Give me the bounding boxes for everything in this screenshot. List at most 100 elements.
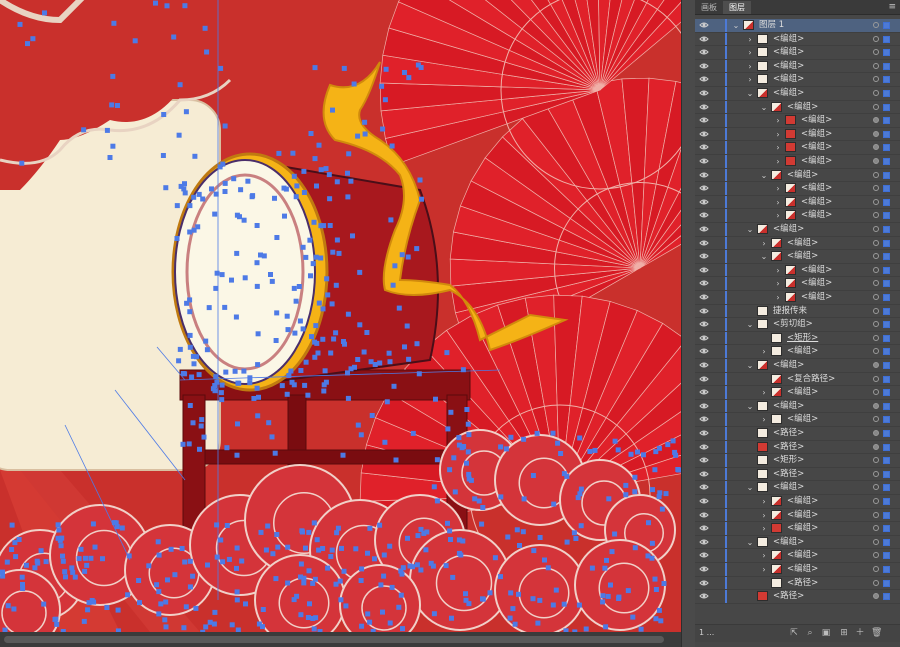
target-icon[interactable] [873,35,879,42]
anchor-point[interactable] [206,305,212,311]
anchor-point[interactable] [245,178,251,184]
layer-name[interactable]: <剪切组> [773,318,813,331]
selection-indicator[interactable] [883,49,890,57]
anchor-point[interactable] [19,574,25,580]
selection-indicator[interactable] [883,457,890,465]
anchor-point[interactable] [657,490,663,496]
anchor-point[interactable] [260,607,266,612]
anchor-point[interactable] [433,396,438,402]
anchor-point[interactable] [200,196,206,202]
anchor-point[interactable] [70,569,76,575]
layer-name[interactable]: <编组> [801,141,832,154]
visibility-eye-icon[interactable] [699,469,709,479]
anchor-point[interactable] [311,626,317,632]
anchor-point[interactable] [464,407,470,412]
anchor-point[interactable] [576,602,582,608]
anchor-point[interactable] [333,330,339,336]
anchor-point[interactable] [255,331,261,337]
trash-icon[interactable]: 🗑 [871,628,882,638]
anchor-point[interactable] [168,546,174,552]
anchor-point[interactable] [306,568,312,574]
layer-row[interactable]: ⌄ <编组> [695,100,900,115]
anchor-point[interactable] [219,397,225,403]
anchor-point[interactable] [256,621,262,627]
anchor-point[interactable] [189,374,195,380]
layer-name[interactable]: <编组> [773,359,804,372]
anchor-point[interactable] [199,417,205,423]
anchor-point[interactable] [279,383,285,389]
visibility-eye-icon[interactable] [699,306,709,316]
visibility-eye-icon[interactable] [699,88,709,98]
anchor-point[interactable] [11,606,17,612]
anchor-point[interactable] [388,217,394,223]
selection-indicator[interactable] [883,389,890,397]
anchor-point[interactable] [465,421,471,427]
chevron-right-icon[interactable]: › [773,156,783,167]
anchor-point[interactable] [632,545,638,551]
anchor-point[interactable] [272,195,277,201]
anchor-point[interactable] [301,190,307,195]
layer-name[interactable]: <编组> [773,87,804,100]
anchor-point[interactable] [399,252,405,258]
anchor-point[interactable] [294,183,300,189]
anchor-point[interactable] [350,233,355,239]
anchor-point[interactable] [415,533,421,539]
visibility-eye-icon[interactable] [699,278,709,288]
layer-row[interactable]: › <编组> [695,563,900,577]
selection-indicator[interactable] [883,579,890,587]
anchor-point[interactable] [558,451,564,456]
anchor-point[interactable] [355,133,361,139]
target-icon[interactable] [873,76,879,83]
target-icon[interactable] [873,443,879,450]
anchor-point[interactable] [449,615,454,621]
panel-menu-icon[interactable]: ≡ [888,1,896,13]
anchor-point[interactable] [81,127,87,133]
target-icon[interactable] [873,280,879,287]
anchor-point[interactable] [414,341,420,347]
anchor-point[interactable] [32,565,38,571]
artwork-svg[interactable] [0,0,681,632]
anchor-point[interactable] [321,388,327,394]
target-icon[interactable] [873,389,879,396]
anchor-point[interactable] [92,544,98,550]
anchor-point[interactable] [377,360,383,366]
layer-row[interactable]: ⌄ <编组> [695,223,900,237]
anchor-point[interactable] [404,323,410,329]
layer-name[interactable]: <编组> [773,536,804,549]
anchor-point[interactable] [447,467,453,473]
anchor-point[interactable] [55,535,61,541]
anchor-point[interactable] [362,119,368,125]
anchor-point[interactable] [272,450,278,456]
anchor-point[interactable] [316,300,322,306]
anchor-point[interactable] [187,403,193,408]
anchor-point[interactable] [419,196,424,202]
anchor-point[interactable] [274,235,280,240]
chevron-right-icon[interactable]: › [759,550,769,561]
visibility-eye-icon[interactable] [699,333,709,343]
anchor-point[interactable] [285,544,291,550]
anchor-point[interactable] [445,520,450,526]
anchor-point[interactable] [312,354,318,360]
anchor-point[interactable] [109,102,115,108]
anchor-point[interactable] [337,578,343,584]
target-icon[interactable] [873,62,879,69]
anchor-point[interactable] [355,422,361,428]
anchor-point[interactable] [358,578,364,583]
anchor-point[interactable] [414,246,420,252]
anchor-point[interactable] [291,173,297,179]
selection-indicator[interactable] [883,443,890,451]
anchor-point[interactable] [492,555,498,561]
anchor-point[interactable] [290,150,296,156]
layer-row[interactable]: 捷报传来 [695,304,900,319]
anchor-point[interactable] [521,496,527,502]
anchor-point[interactable] [177,82,183,88]
visibility-eye-icon[interactable] [699,360,709,370]
anchor-point[interactable] [212,388,218,394]
anchor-point[interactable] [389,143,395,149]
selection-indicator[interactable] [883,593,890,601]
anchor-point[interactable] [293,298,299,304]
anchor-point[interactable] [268,272,273,277]
anchor-point[interactable] [291,382,297,388]
anchor-point[interactable] [602,565,608,571]
anchor-point[interactable] [402,70,407,75]
